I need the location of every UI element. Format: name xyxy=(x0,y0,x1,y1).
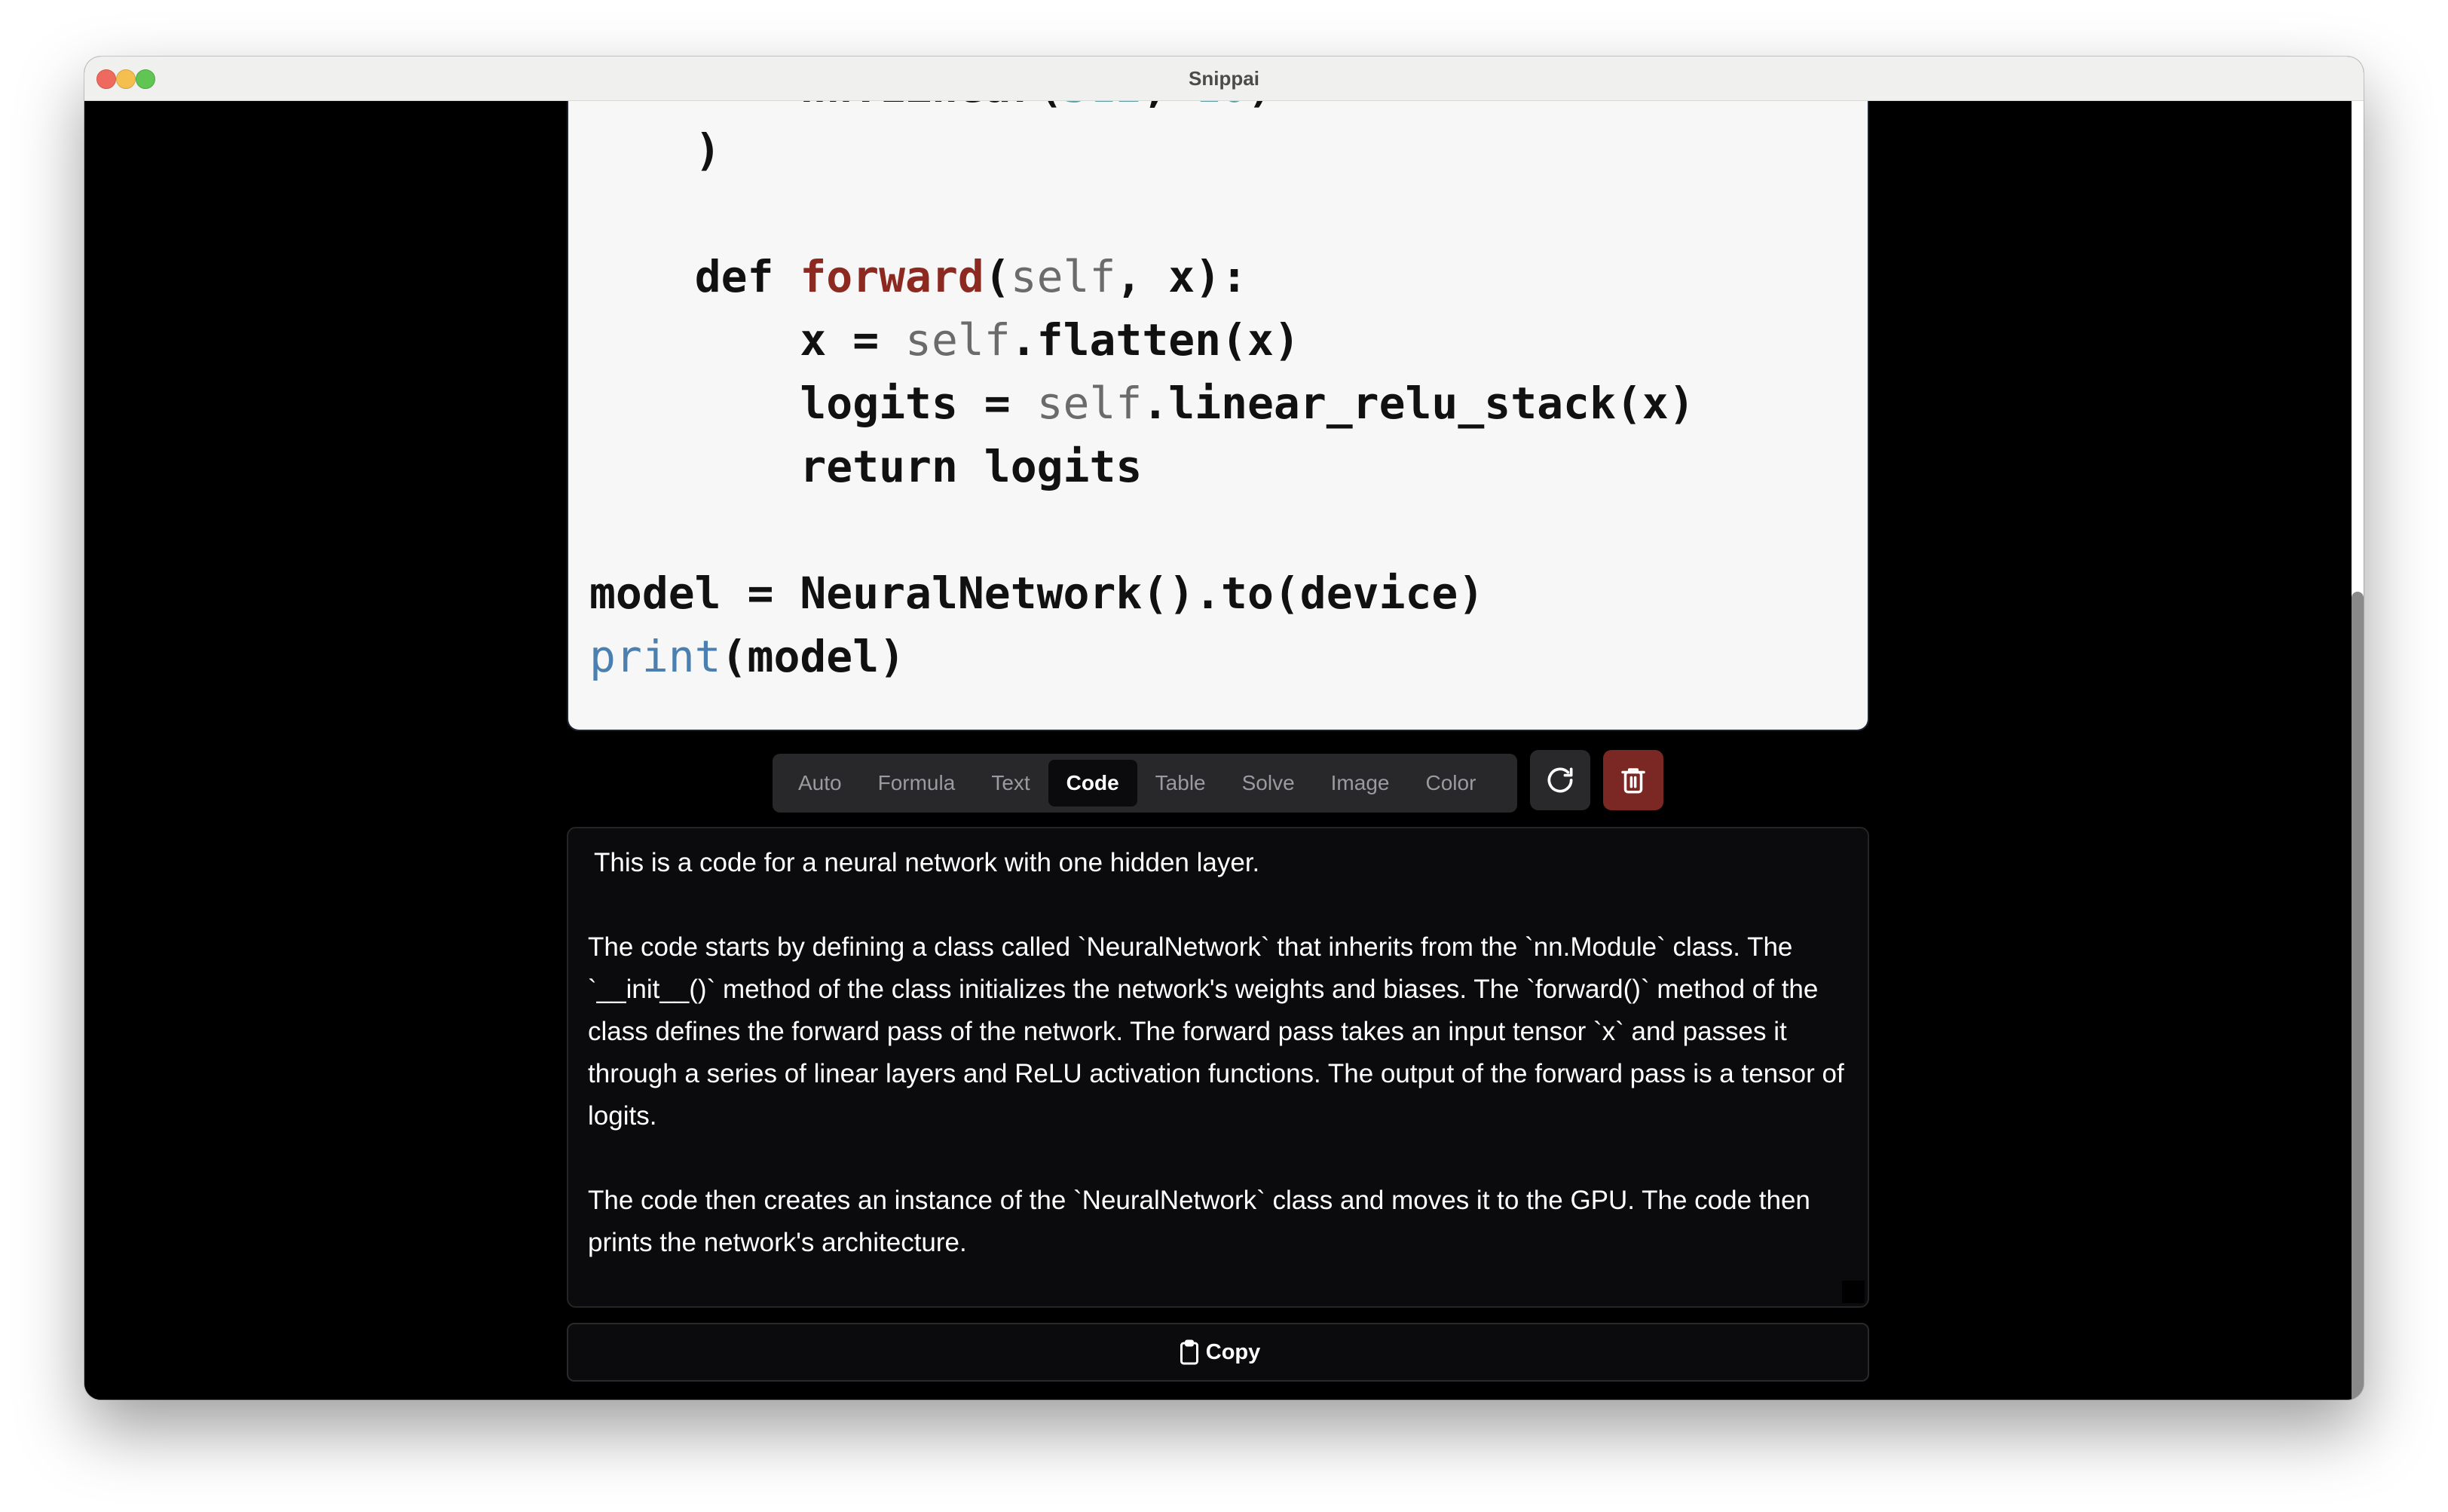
tab-formula[interactable]: Formula xyxy=(860,760,974,807)
tab-solve[interactable]: Solve xyxy=(1224,760,1313,807)
result-text-area[interactable]: This is a code for a neural network with… xyxy=(567,827,1869,1308)
code-token: print xyxy=(589,631,721,682)
code-token: , x): xyxy=(1115,251,1248,302)
code-line: def forward(self, x): xyxy=(589,245,1695,308)
code-token: ) xyxy=(1247,100,1274,112)
tab-code[interactable]: Code xyxy=(1048,760,1137,807)
code-token: x = xyxy=(800,314,906,366)
code-line: model = NeuralNetwork().to(device) xyxy=(589,562,1695,625)
code-token: .flatten(x) xyxy=(1010,314,1300,366)
copy-button[interactable]: Copy xyxy=(567,1323,1869,1382)
code-token: def xyxy=(694,251,800,302)
mode-tabs: Auto Formula Text Code Table Solve Image Color xyxy=(773,754,1517,813)
code-token: logits = xyxy=(800,378,1037,429)
resize-handle[interactable] xyxy=(1842,1281,1865,1303)
code-token: , xyxy=(1142,100,1195,112)
delete-button[interactable] xyxy=(1603,750,1663,810)
code-token: forward xyxy=(800,251,984,302)
result-paragraph: This is a code for a neural network with… xyxy=(594,848,1260,877)
code-line: logits = self.linear_relu_stack(x) xyxy=(589,372,1695,435)
refresh-button[interactable] xyxy=(1530,750,1590,810)
tab-auto[interactable]: Auto xyxy=(780,760,860,807)
tab-color[interactable]: Color xyxy=(1407,760,1494,807)
code-line: return logits xyxy=(589,435,1695,498)
scrollbar-thumb[interactable] xyxy=(2352,592,2364,1400)
code-line: nn.Linear(512, 10) xyxy=(589,100,1695,118)
clipboard-icon xyxy=(1180,1339,1198,1365)
tab-table[interactable]: Table xyxy=(1137,760,1224,807)
main-content: nn.Linear(512, 10) ) def forward(self, x… xyxy=(84,100,2364,1400)
code-token: nn.Linear( xyxy=(800,100,1063,112)
code-line: ) xyxy=(589,118,1695,182)
app-window: Snippai nn.Linear(512, 10) ) def forward… xyxy=(84,57,2364,1400)
tab-image[interactable]: Image xyxy=(1313,760,1408,807)
code-line: print(model) xyxy=(589,625,1695,688)
code-token: ) xyxy=(694,124,721,176)
code-token: 10 xyxy=(1195,100,1247,112)
code-block: nn.Linear(512, 10) ) def forward(self, x… xyxy=(589,100,1695,688)
code-token: 512 xyxy=(1063,100,1143,112)
result-paragraph: The code then creates an instance of the… xyxy=(588,1186,1810,1257)
code-token: model = NeuralNetwork().to(device) xyxy=(589,568,1485,619)
code-preview-card: nn.Linear(512, 10) ) def forward(self, x… xyxy=(567,100,1869,731)
window-title: Snippai xyxy=(1189,67,1259,90)
code-token: (model) xyxy=(721,631,906,682)
code-token: self xyxy=(905,314,1011,366)
code-line: x = self.flatten(x) xyxy=(589,308,1695,372)
tab-text[interactable]: Text xyxy=(973,760,1048,807)
scrollbar-track[interactable] xyxy=(2352,100,2364,1400)
result-paragraph: The code starts by defining a class call… xyxy=(588,932,1844,1131)
code-token: self xyxy=(1010,251,1116,302)
code-token: self xyxy=(1036,378,1143,429)
copy-button-label: Copy xyxy=(1205,1339,1261,1364)
code-token: ( xyxy=(984,251,1011,302)
title-bar: Snippai xyxy=(84,57,2364,101)
refresh-icon xyxy=(1547,767,1573,793)
code-token: return logits xyxy=(800,441,1143,492)
trash-icon xyxy=(1621,768,1645,794)
code-token: .linear_relu_stack(x) xyxy=(1142,378,1695,429)
